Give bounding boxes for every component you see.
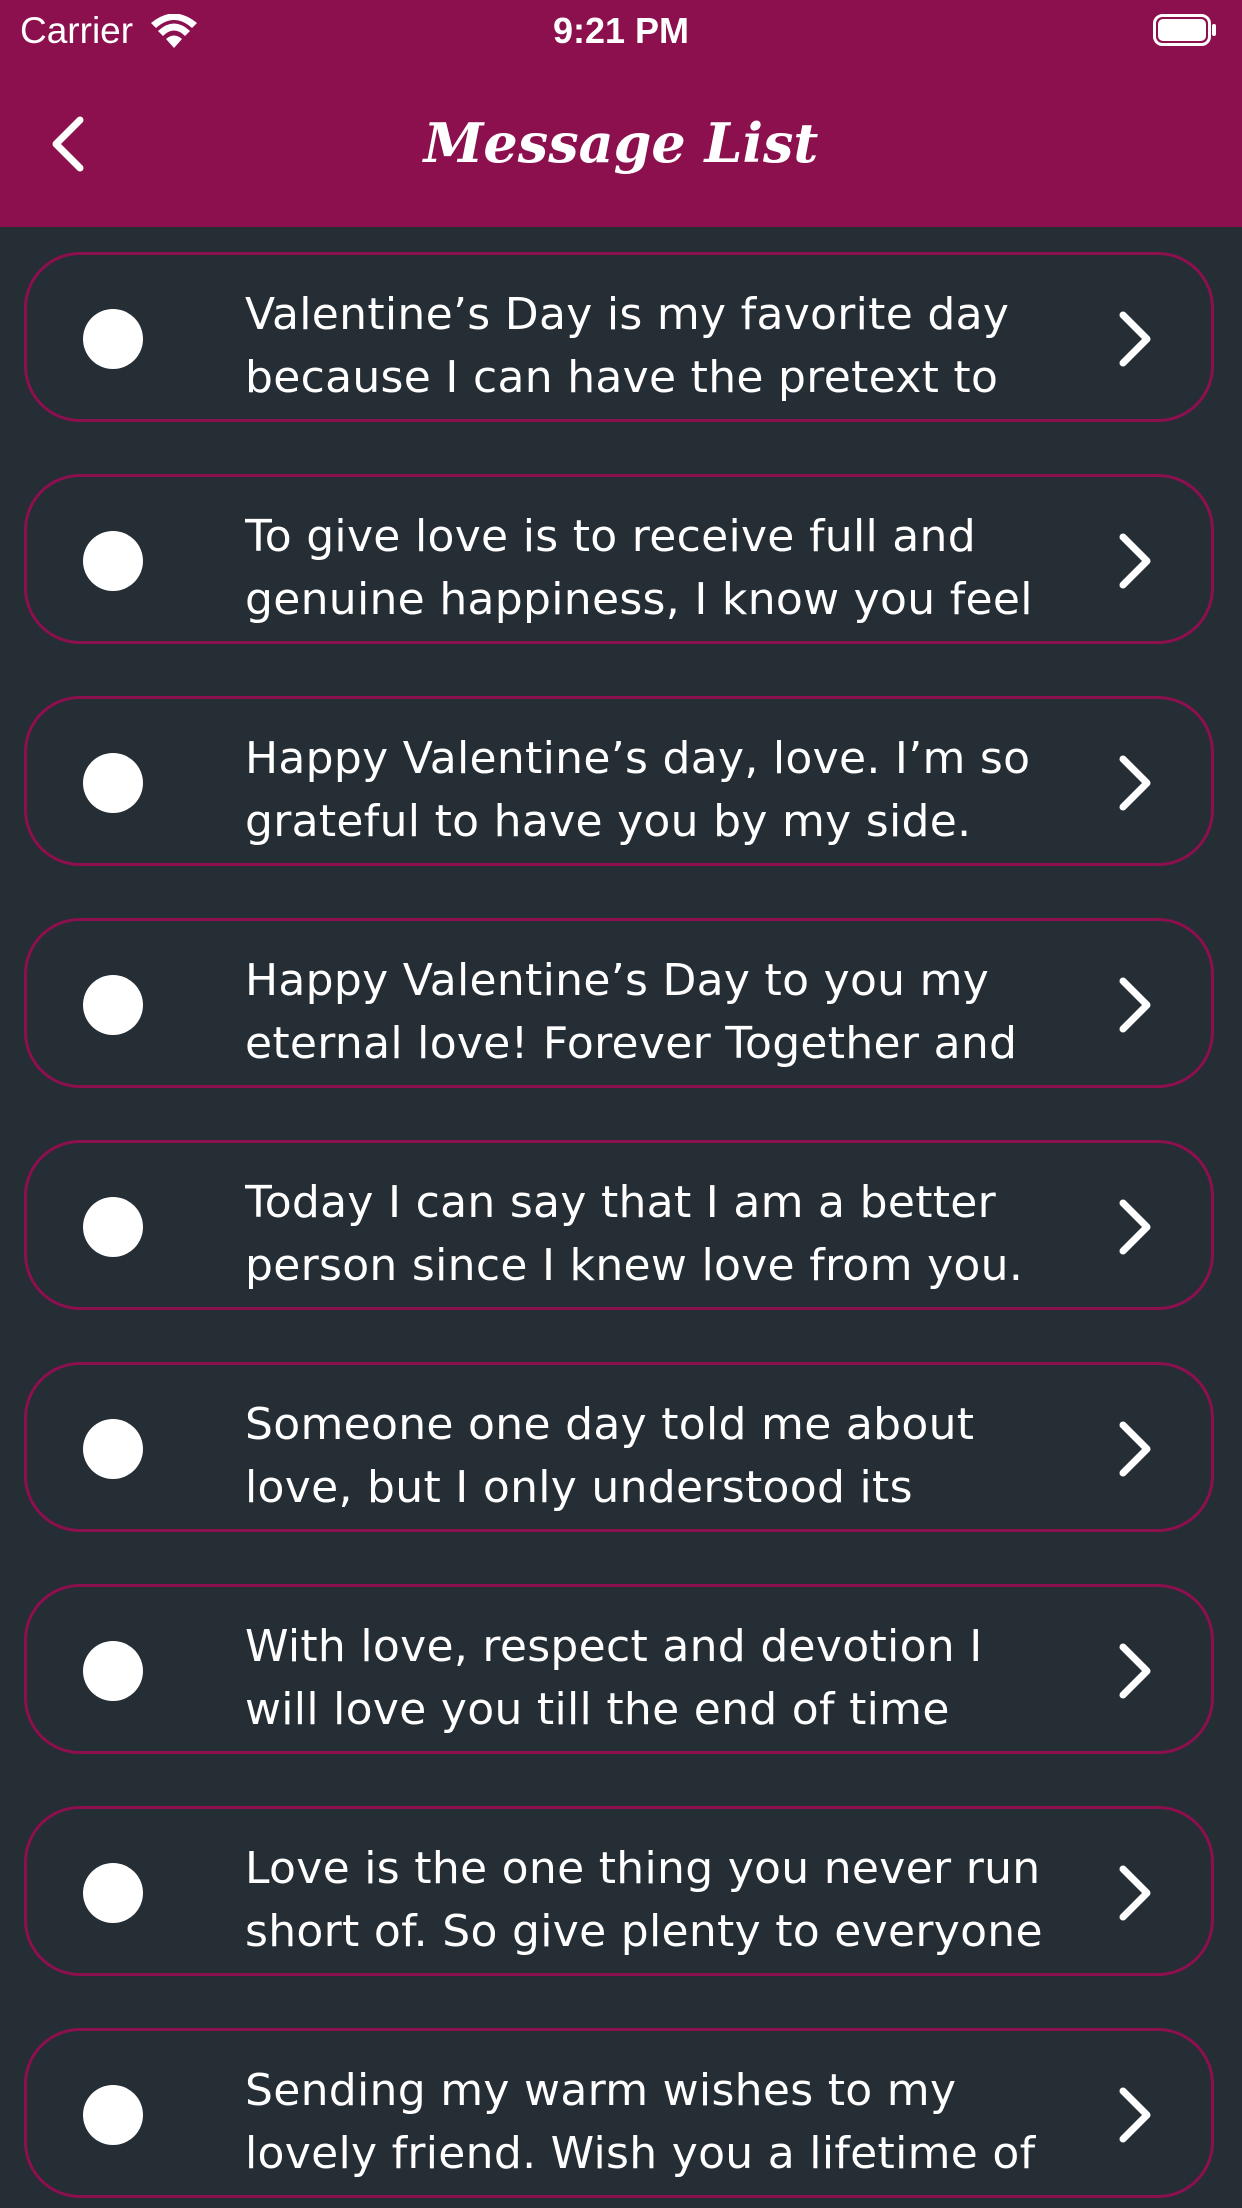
message-preview: Today I can say that I am a better perso… xyxy=(245,1171,1075,1297)
status-time: 9:21 PM xyxy=(552,10,690,51)
bullet-dot xyxy=(83,1641,143,1701)
message-line: eternal love! Forever Together and xyxy=(245,1018,1018,1069)
bullet-dot xyxy=(83,309,143,369)
message-line: Happy Valentine’s Day to you my xyxy=(245,955,990,1006)
message-item[interactable]: Today I can say that I am a better perso… xyxy=(24,1140,1214,1310)
message-item[interactable]: Happy Valentine’s Day to you my eternal … xyxy=(24,918,1214,1088)
battery-icon xyxy=(1153,14,1216,46)
message-item[interactable]: Happy Valentine’s day, love. I’m so grat… xyxy=(24,696,1214,866)
message-line: Sending my warm wishes to my xyxy=(245,2065,957,2116)
message-preview: With love, respect and devotion I will l… xyxy=(245,1615,1075,1741)
chevron-right-icon xyxy=(1119,2087,1151,2143)
message-item[interactable]: To give love is to receive full and genu… xyxy=(24,474,1214,644)
message-line: Love is the one thing you never run xyxy=(245,1843,1041,1894)
message-item[interactable]: With love, respect and devotion I will l… xyxy=(24,1584,1214,1754)
message-preview: Valentine’s Day is my favorite day becau… xyxy=(245,283,1075,409)
message-preview: Sending my warm wishes to my lovely frie… xyxy=(245,2059,1075,2185)
bullet-dot xyxy=(83,1419,143,1479)
bullet-dot xyxy=(83,531,143,591)
bullet-dot xyxy=(83,2085,143,2145)
chevron-right-icon xyxy=(1119,977,1151,1033)
page-title: Message List xyxy=(423,111,819,175)
message-item[interactable]: Valentine’s Day is my favorite day becau… xyxy=(24,252,1214,422)
message-preview: Happy Valentine’s day, love. I’m so grat… xyxy=(245,727,1075,853)
chevron-right-icon xyxy=(1119,1199,1151,1255)
chevron-right-icon xyxy=(1119,311,1151,367)
message-line: Happy Valentine’s day, love. I’m so xyxy=(245,733,1031,784)
message-line: will love you till the end of time xyxy=(245,1684,950,1735)
bullet-dot xyxy=(83,753,143,813)
message-item[interactable]: Someone one day told me about love, but … xyxy=(24,1362,1214,1532)
bullet-dot xyxy=(83,1197,143,1257)
message-line: To give love is to receive full and xyxy=(245,511,976,562)
bullet-dot xyxy=(83,1863,143,1923)
message-preview: Love is the one thing you never run shor… xyxy=(245,1837,1075,1963)
message-preview: Happy Valentine’s Day to you my eternal … xyxy=(245,949,1075,1075)
status-bar: Carrier 9:21 PM xyxy=(0,0,1242,62)
message-list[interactable]: Valentine’s Day is my favorite day becau… xyxy=(0,227,1242,2208)
chevron-right-icon xyxy=(1119,1421,1151,1477)
message-line: love, but I only understood its xyxy=(245,1462,913,1513)
message-line: Valentine’s Day is my favorite day xyxy=(245,289,1010,340)
header-bar: Carrier 9:21 PM Message List xyxy=(0,0,1242,227)
message-line: person since I knew love from you. xyxy=(245,1240,1024,1291)
message-line: grateful to have you by my side. xyxy=(245,796,972,847)
message-line: Someone one day told me about xyxy=(245,1399,975,1450)
message-line: Today I can say that I am a better xyxy=(245,1177,997,1228)
chevron-right-icon xyxy=(1119,1643,1151,1699)
chevron-right-icon xyxy=(1119,1865,1151,1921)
message-line: because I can have the pretext to xyxy=(245,352,999,403)
chevron-right-icon xyxy=(1119,755,1151,811)
message-preview: To give love is to receive full and genu… xyxy=(245,505,1075,631)
message-line: genuine happiness, I know you feel xyxy=(245,574,1033,625)
message-preview: Someone one day told me about love, but … xyxy=(245,1393,1075,1519)
bullet-dot xyxy=(83,975,143,1035)
message-line: short of. So give plenty to everyone xyxy=(245,1906,1043,1957)
message-line: lovely friend. Wish you a lifetime of xyxy=(245,2128,1036,2179)
message-item[interactable]: Love is the one thing you never run shor… xyxy=(24,1806,1214,1976)
navigation-bar: Message List xyxy=(0,62,1242,227)
message-item[interactable]: Sending my warm wishes to my lovely frie… xyxy=(24,2028,1214,2198)
chevron-right-icon xyxy=(1119,533,1151,589)
message-line: With love, respect and devotion I xyxy=(245,1621,983,1672)
